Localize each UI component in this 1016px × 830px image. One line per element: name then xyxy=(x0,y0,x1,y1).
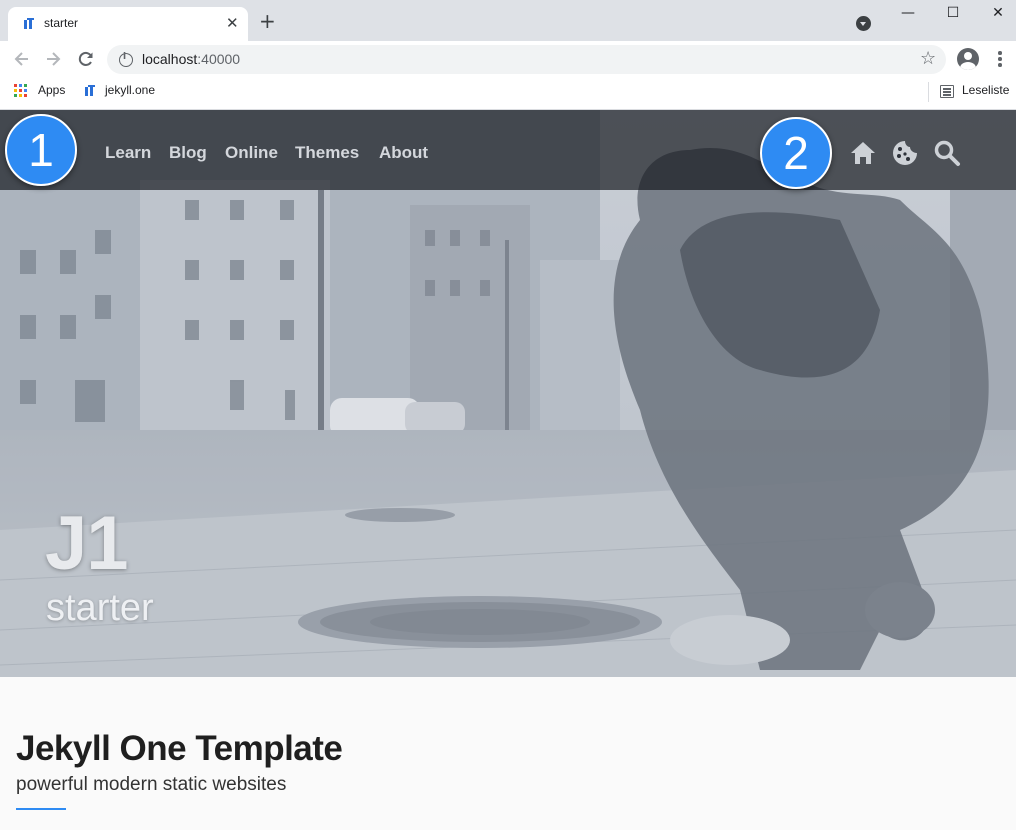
bookmarks-separator xyxy=(928,82,929,102)
hero-section: Learn Blog Online Themes About 1 2 J1 st… xyxy=(0,110,1016,677)
nav-link-themes[interactable]: Themes xyxy=(295,143,359,163)
apps-grid-icon[interactable] xyxy=(14,84,28,98)
forward-arrow-icon[interactable] xyxy=(43,49,63,69)
reload-icon[interactable] xyxy=(76,49,96,69)
url-host: localhost xyxy=(142,51,198,67)
url-port: :40000 xyxy=(197,51,241,67)
back-arrow-icon[interactable] xyxy=(12,49,32,69)
profile-avatar-icon[interactable] xyxy=(957,48,979,70)
close-window-button[interactable]: ✕ xyxy=(986,4,1010,22)
minimize-button[interactable]: — xyxy=(896,4,920,22)
bookmark-jekyll-one[interactable]: jekyll.one xyxy=(105,83,155,97)
browser-toolbar: localhost:40000 ☆ xyxy=(0,41,1016,78)
hero-title: J1 xyxy=(45,501,129,586)
tab-close-icon[interactable]: ✕ xyxy=(226,15,239,31)
reading-list-label[interactable]: Leseliste xyxy=(962,83,1009,97)
bookmark-apps[interactable]: Apps xyxy=(38,83,65,97)
browser-menu-icon[interactable] xyxy=(995,51,1005,69)
search-icon[interactable] xyxy=(933,139,961,167)
new-tab-button[interactable]: + xyxy=(259,11,276,31)
home-icon[interactable] xyxy=(849,139,877,167)
jekyll-favicon-icon xyxy=(24,18,34,29)
url-text[interactable]: localhost:40000 xyxy=(142,51,240,67)
address-bar[interactable]: localhost:40000 ☆ xyxy=(107,45,946,74)
nav-link-blog[interactable]: Blog xyxy=(169,143,207,163)
title-underline xyxy=(16,808,66,810)
browser-tabstrip: starter ✕ + — ☐ ✕ xyxy=(0,0,1016,41)
page-subtitle: powerful modern static websites xyxy=(16,774,287,795)
tab-search-icon[interactable] xyxy=(856,16,871,31)
nav-link-online[interactable]: Online xyxy=(225,143,278,163)
site-info-icon[interactable] xyxy=(119,52,133,67)
hero-subtitle: starter xyxy=(46,587,154,629)
callout-marker-2: 2 xyxy=(760,117,832,189)
reading-list-icon[interactable] xyxy=(940,85,954,98)
site-navbar: Learn Blog Online Themes About xyxy=(0,110,1016,190)
jekyll-bookmark-icon xyxy=(85,85,95,96)
nav-link-learn[interactable]: Learn xyxy=(105,143,151,163)
content-header: Jekyll One Template powerful modern stat… xyxy=(0,677,1016,830)
callout-marker-1: 1 xyxy=(5,114,77,186)
nav-link-about[interactable]: About xyxy=(379,143,428,163)
maximize-button[interactable]: ☐ xyxy=(941,4,965,22)
cookie-icon[interactable] xyxy=(891,139,919,167)
bookmark-star-icon[interactable]: ☆ xyxy=(920,48,936,69)
tab-title: starter xyxy=(44,16,79,30)
browser-tab[interactable]: starter ✕ xyxy=(8,7,248,41)
bookmarks-bar: Apps jekyll.one Leseliste xyxy=(0,78,1016,110)
page-title: Jekyll One Template xyxy=(16,729,343,768)
